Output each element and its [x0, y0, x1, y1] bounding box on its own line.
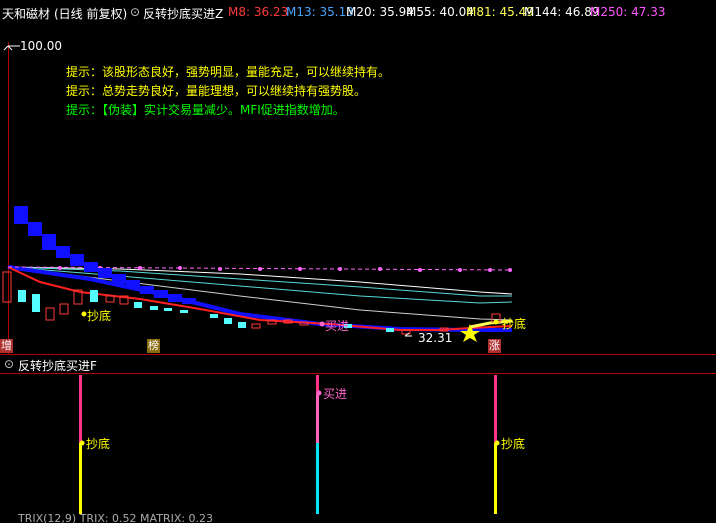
buy-in-tag: 买进	[325, 319, 350, 333]
ma-value-0: M8: 36.23	[228, 5, 289, 19]
buy-in-marker	[319, 321, 325, 327]
candle	[90, 290, 98, 302]
sub-indicator-name[interactable]: 反转抄底买进F	[18, 357, 97, 374]
ma-value-6: M250: 47.33	[590, 5, 666, 19]
period-label: (日线 前复权)	[54, 7, 128, 21]
signal-bar-bottom	[494, 443, 497, 514]
candle	[18, 290, 26, 302]
buy-dip-marker	[494, 440, 500, 446]
signal-bar-bottom	[316, 443, 319, 514]
title-bar: 天和磁材 (日线 前复权) ⊙ 反转抄底买进Z M8: 36.23 M13: 35…	[0, 0, 716, 24]
badge-mid[interactable]: 榜	[147, 339, 160, 353]
signal-bar-bottom	[79, 443, 82, 514]
hint-line: 提示：【伪装】实计交易量减少。MFI促进指数增加。	[66, 103, 345, 117]
candle	[59, 303, 69, 315]
ma-value-3: M55: 40.04	[406, 5, 474, 19]
badge-left[interactable]: 增	[0, 339, 13, 353]
ma81-line	[7, 266, 513, 304]
ma-value-2: M20: 35.94	[346, 5, 414, 19]
candle	[386, 328, 394, 332]
badge-right[interactable]: 涨	[488, 339, 501, 353]
candle	[134, 302, 142, 308]
footer-indicator-text: TRIX(12,9) TRIX: 0.52 MATRIX: 0.23	[18, 514, 214, 523]
sub-buy-dip-tag: 抄底	[86, 437, 111, 451]
indicator-name[interactable]: 反转抄底买进Z	[143, 5, 223, 22]
ma-value-1: M13: 35.13	[286, 5, 354, 19]
candle	[210, 314, 218, 318]
collapse-icon[interactable]: ⊙	[4, 357, 14, 371]
collapse-icon[interactable]: ⊙	[130, 5, 140, 19]
candle	[105, 295, 115, 303]
buy-dip-marker	[81, 311, 87, 317]
candle	[224, 318, 232, 324]
candle	[2, 271, 12, 303]
sub-chart-title-bar: ⊙ 反转抄底买进F	[0, 355, 716, 373]
candle	[45, 307, 55, 321]
blue-blocks	[14, 206, 196, 304]
footer-indicator-bar: TRIX(12,9) TRIX: 0.52 MATRIX: 0.23	[0, 514, 716, 523]
hint-line: 提示：总势走势良好，量能理想，可以继续持有强势股。	[66, 84, 367, 98]
price-top-label: 100.00	[20, 39, 62, 53]
candle	[32, 294, 40, 312]
buy-dip-marker	[493, 319, 499, 325]
buy-dip-tag: 抄底	[87, 309, 112, 323]
sub-buy-dip-tag: 抄底	[501, 437, 526, 451]
hint-line: 提示：该股形态良好，强势明显，量能充足，可以继续持有。	[66, 65, 391, 79]
candle	[164, 308, 172, 311]
candles	[2, 271, 501, 335]
buy-in-marker	[316, 390, 322, 396]
ma-value-5: M144: 46.89	[524, 5, 600, 19]
stock-name[interactable]: 天和磁材	[2, 5, 50, 22]
buy-dip-tag: 抄底	[502, 317, 527, 331]
signal-bar-mid	[316, 395, 319, 443]
buy-dip-marker	[79, 440, 85, 446]
candle	[180, 310, 188, 313]
candle	[251, 323, 261, 329]
price-low-label: 32.31	[418, 331, 453, 345]
candle	[238, 322, 246, 328]
sub-buy-in-tag: 买进	[323, 387, 348, 401]
candle	[150, 306, 158, 310]
signal-bar-top	[494, 375, 497, 443]
signal-bar-top	[79, 375, 82, 443]
